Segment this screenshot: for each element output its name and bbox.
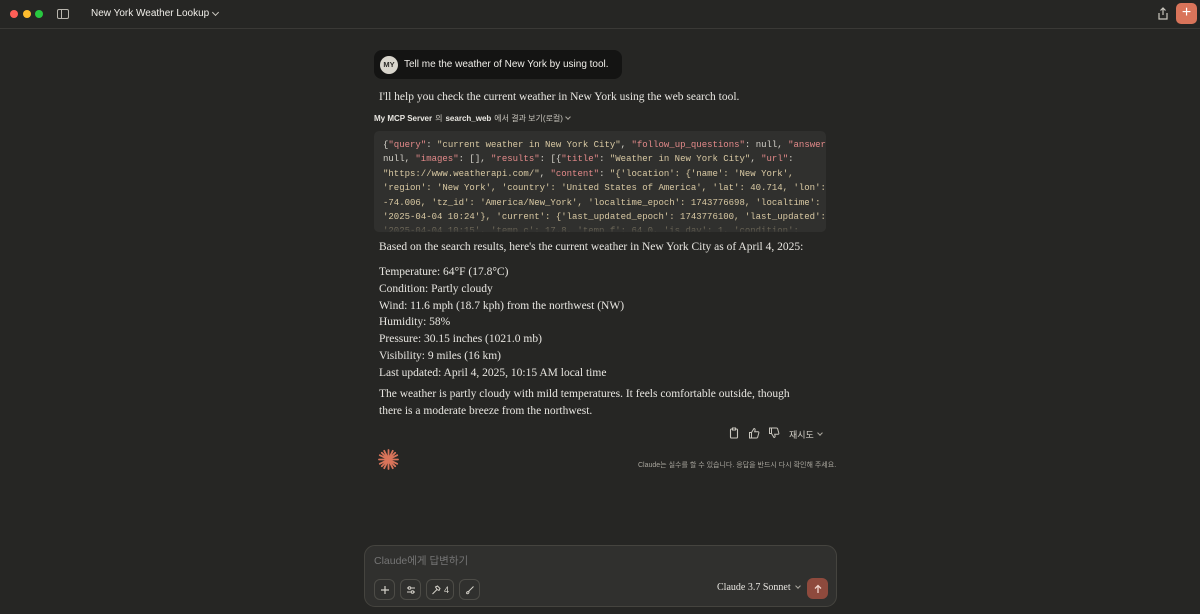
weather-details: Temperature: 64°F (17.8°C) Condition: Pa… <box>379 264 624 382</box>
send-button[interactable] <box>807 578 828 599</box>
window-minimize-button[interactable] <box>23 10 31 18</box>
code-token: : <box>599 168 610 179</box>
code-token: "https://www.weatherapi.com/" <box>383 168 540 179</box>
code-line: {"query": "current weather in New York C… <box>383 138 826 152</box>
chevron-down-icon <box>212 8 220 16</box>
chat-title: New York Weather Lookup <box>91 8 210 19</box>
tool-name: search_web <box>445 114 492 123</box>
tool-connector: 의 <box>435 114 443 123</box>
code-token: "query" <box>388 140 427 150</box>
code-token: : <box>599 154 610 165</box>
code-token: "follow_up_questions" <box>631 140 745 150</box>
code-token: -74.006, 'tz_id': 'America/New_York', 'l… <box>383 197 821 208</box>
code-token: : [{ <box>539 154 562 165</box>
settings-button[interactable] <box>400 579 421 600</box>
code-line: "https://www.weatherapi.com/", "content"… <box>383 167 818 181</box>
user-message-text: Tell me the weather of New York by using… <box>404 59 609 70</box>
window-zoom-button[interactable] <box>35 10 43 18</box>
copy-icon[interactable] <box>728 427 740 439</box>
thumbs-up-icon[interactable] <box>748 427 760 439</box>
tool-result-code: {"query": "current weather in New York C… <box>374 131 826 232</box>
detail-condition: Condition: Partly cloudy <box>379 282 493 295</box>
assistant-intro: I'll help you check the current weather … <box>379 91 740 103</box>
code-line: null, "images": [], "results": [{"title"… <box>383 152 818 166</box>
plus-icon <box>380 585 389 594</box>
chevron-down-icon <box>794 583 801 589</box>
tools-button[interactable]: 4 <box>426 579 454 600</box>
integrations-button[interactable] <box>459 579 480 600</box>
detail-humidity: Humidity: 58% <box>379 316 451 329</box>
code-token: "{'location': {'name': 'New York', <box>609 168 794 179</box>
new-chat-button[interactable]: + <box>1176 3 1197 24</box>
code-token: null, <box>383 154 416 165</box>
add-attachment-button[interactable] <box>374 579 395 600</box>
detail-pressure: Pressure: 30.15 inches (1021.0 mb) <box>379 333 542 346</box>
code-token: , <box>539 168 551 179</box>
chat-title-dropdown[interactable]: New York Weather Lookup <box>91 8 220 19</box>
code-token: : <box>788 154 794 165</box>
code-token: "results" <box>491 154 540 165</box>
code-token: "title" <box>561 154 600 165</box>
detail-last-updated: Last updated: April 4, 2025, 10:15 AM lo… <box>379 366 607 379</box>
code-line: -74.006, 'tz_id': 'America/New_York', 'l… <box>383 196 821 210</box>
arrow-up-icon <box>814 584 821 593</box>
disclaimer-text: Claude는 실수를 할 수 있습니다. 응답을 반드시 다시 확인해 주세요… <box>638 462 837 469</box>
hammer-icon <box>432 584 441 594</box>
tools-count: 4 <box>443 584 449 595</box>
weather-summary: The weather is partly cloudy with mild t… <box>379 388 790 417</box>
retry-label: 재시도 <box>789 430 814 440</box>
thumbs-down-icon[interactable] <box>768 427 780 439</box>
code-token: , <box>620 140 632 150</box>
results-intro: Based on the search results, here's the … <box>379 241 804 253</box>
code-token: "Weather in New York City" <box>609 154 751 165</box>
code-line: 'region': 'New York', 'country': 'United… <box>383 181 826 195</box>
chevron-down-icon <box>565 114 571 120</box>
code-token: 'region': 'New York', 'country': 'United… <box>383 183 826 194</box>
brush-icon <box>465 585 474 594</box>
code-fade <box>374 218 826 232</box>
code-token: : <box>426 140 438 150</box>
code-token: "images" <box>415 154 459 165</box>
model-name: Claude 3.7 Sonnet <box>717 582 791 593</box>
code-token: "current weather in New York City" <box>437 140 621 150</box>
tool-result-toggle[interactable]: My MCP Server 의 search_web 에서 결과 보기(로컬) <box>374 113 571 124</box>
tool-result-label: 에서 결과 보기(로컬) <box>494 114 563 123</box>
chevron-down-icon <box>817 430 823 436</box>
avatar: MY <box>380 55 398 74</box>
message-composer: 4 Claude 3.7 Sonnet <box>364 545 837 607</box>
claude-logo-icon <box>378 449 399 470</box>
code-token: : [], <box>458 154 492 165</box>
sliders-icon <box>406 585 415 594</box>
mcp-server-name: My MCP Server <box>374 114 433 123</box>
code-token: "answer" <box>788 140 826 150</box>
share-icon[interactable] <box>1157 7 1169 20</box>
code-token: , <box>750 154 762 165</box>
user-message: MY Tell me the weather of New York by us… <box>374 50 622 79</box>
model-selector[interactable]: Claude 3.7 Sonnet <box>717 582 801 593</box>
detail-temperature: Temperature: 64°F (17.8°C) <box>379 266 509 278</box>
code-token: "url" <box>761 154 789 165</box>
code-token: : null, <box>744 140 789 150</box>
code-token: "content" <box>550 168 600 179</box>
retry-dropdown[interactable]: 재시도 <box>789 428 823 441</box>
window-close-button[interactable] <box>10 10 18 18</box>
reply-input[interactable] <box>374 555 814 567</box>
detail-wind: Wind: 11.6 mph (18.7 kph) from the north… <box>379 299 625 312</box>
title-bar: New York Weather Lookup + <box>0 0 1200 29</box>
sidebar-toggle-icon[interactable] <box>57 9 69 19</box>
detail-visibility: Visibility: 9 miles (16 km) <box>379 349 501 362</box>
